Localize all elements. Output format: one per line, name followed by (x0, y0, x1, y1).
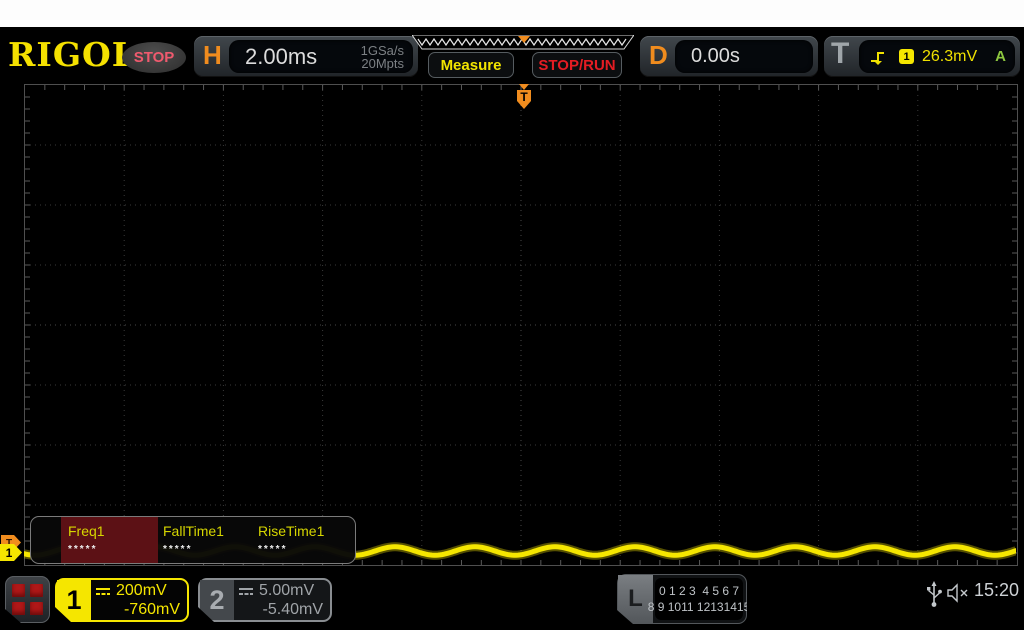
trigger-label: T (831, 37, 850, 70)
trigger-mode: A (995, 48, 1006, 65)
graticule (24, 84, 1018, 566)
dc-coupling-icon (95, 586, 112, 597)
header-bar: RIGOL STOP H 2.00ms 1GSa/s 20Mpts Measur… (0, 27, 1024, 82)
measurement-value-risetime1: ***** (258, 544, 288, 555)
trigger-level-value: 26.3mV (922, 47, 978, 65)
measurement-item-freq1[interactable]: Freq1 (68, 523, 105, 539)
horizontal-panel[interactable]: H 2.00ms 1GSa/s 20Mpts (194, 36, 418, 77)
logic-analyzer-channels: 0 1 2 3 4 5 6 7 8 9 1011 12131415 (655, 578, 743, 620)
trigger-panel[interactable]: T 1 26.3mV A (824, 36, 1020, 77)
delay-box: 0.00s (675, 40, 813, 73)
speaker-muted-icon (947, 583, 968, 603)
red-square-icon (30, 602, 43, 615)
delay-label: D (649, 40, 668, 70)
waveform-preview-strip[interactable] (411, 34, 635, 50)
measure-button[interactable]: Measure (428, 52, 514, 78)
rigol-logo: RIGOL (8, 35, 136, 74)
svg-text:1: 1 (6, 546, 13, 560)
trigger-position-letter: T (520, 90, 528, 104)
channel1-tab: 1 (57, 580, 91, 620)
channel2-tab: 2 (200, 580, 234, 620)
measurement-value-falltime1: ***** (163, 544, 193, 555)
la-row1: 0 1 2 3 4 5 6 7 (658, 584, 740, 598)
stop-run-button[interactable]: STOP/RUN (532, 52, 622, 78)
function-menu-icon[interactable] (5, 576, 50, 623)
channel1-scale: 200mV (116, 582, 167, 599)
acquisition-info: 1GSa/s 20Mpts (361, 44, 413, 70)
preview-zigzag (411, 34, 635, 50)
bottom-bar: 1 200mV -760mV 2 5.00mV -5.40mV L 0 1 2 … (0, 568, 1024, 630)
channel1-values: 200mV -760mV (95, 581, 180, 621)
usb-icon (927, 581, 942, 607)
logic-analyzer-status[interactable]: L 0 1 2 3 4 5 6 7 8 9 1011 12131415 (617, 574, 747, 624)
trigger-slope-icon (871, 51, 884, 65)
run-state-badge: STOP (122, 42, 186, 73)
grid (25, 85, 1017, 565)
red-square-icon (30, 584, 43, 597)
delay-panel[interactable]: D 0.00s (640, 36, 818, 77)
red-square-icon (12, 584, 25, 597)
channel1-offset-marker[interactable]: 1 (0, 544, 22, 561)
channel2-offset: -5.40mV (262, 601, 323, 618)
oscilloscope-screen: MSO5102 Sat April 26 15:21:24 2025 RIGOL… (0, 0, 1024, 630)
la-row2: 8 9 1011 12131415 (647, 600, 751, 614)
timebase-value: 2.00ms (245, 43, 318, 69)
measurement-popup: Freq1 ***** FallTime1 ***** RiseTime1 **… (30, 516, 356, 564)
titlebar: MSO5102 Sat April 26 15:21:24 2025 (0, 0, 1024, 49)
channel1-offset: -760mV (123, 601, 180, 618)
dc-coupling-icon (238, 586, 255, 597)
channel2-scale: 5.00mV (259, 582, 315, 599)
memory-depth: 20Mpts (361, 55, 404, 71)
channel1-status[interactable]: 1 200mV -760mV (55, 578, 189, 622)
measurement-item-risetime1[interactable]: RiseTime1 (258, 523, 324, 539)
clock: 15:20 (974, 580, 1020, 600)
trigger-position-marker[interactable]: T (515, 84, 533, 111)
delay-value: 0.00s (691, 45, 740, 67)
horizontal-box: 2.00ms 1GSa/s 20Mpts (229, 40, 413, 73)
trigger-source-badge: 1 (899, 49, 914, 64)
horizontal-label: H (203, 40, 222, 70)
trigger-box: 1 26.3mV A (859, 40, 1015, 73)
measurement-item-falltime1[interactable]: FallTime1 (163, 523, 224, 539)
measurement-value-freq1: ***** (68, 544, 98, 555)
channel2-status[interactable]: 2 5.00mV -5.40mV (198, 578, 332, 622)
channel2-values: 5.00mV -5.40mV (238, 581, 323, 621)
red-square-icon (12, 602, 25, 615)
